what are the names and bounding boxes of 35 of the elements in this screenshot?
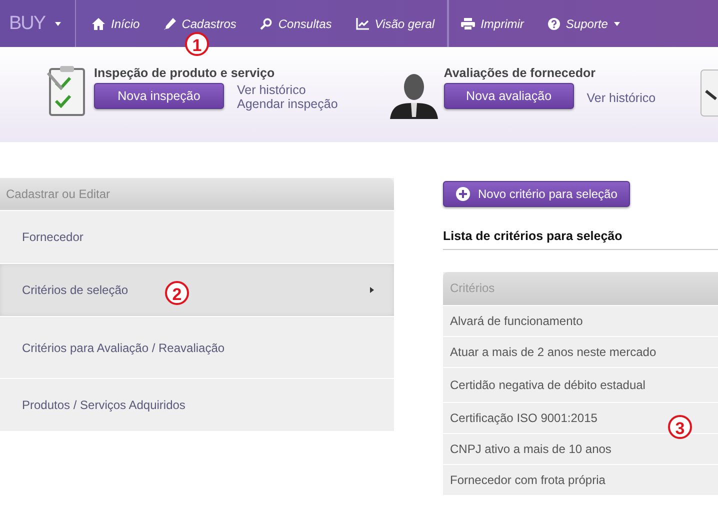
nav-link[interactable]: Início — [76, 16, 152, 30]
plus-icon — [456, 187, 470, 201]
pencil-icon — [164, 18, 176, 30]
primary-button[interactable]: Nova inspeção — [94, 83, 224, 109]
chart-icon — [356, 18, 369, 30]
sidebar-item[interactable]: Critérios para Avaliação / Reavaliação — [0, 316, 394, 378]
printer-icon — [460, 18, 475, 30]
home-icon — [92, 18, 105, 30]
primary-button[interactable]: Nova avaliação — [444, 83, 574, 109]
table-cell: Fornecedor com frota própria — [443, 464, 718, 495]
nav-link[interactable]: Imprimir — [448, 16, 536, 30]
nav-link[interactable]: Suporte — [536, 16, 632, 30]
new-criterion-button[interactable]: Novo critério para seleção — [443, 181, 630, 207]
document-icon — [700, 69, 718, 117]
nav-link[interactable]: Visão geral — [344, 16, 447, 30]
table-cell: Certidão negativa de débito estadual — [443, 367, 718, 402]
caret-icon — [55, 22, 62, 26]
text-link[interactable]: Ver histórico — [237, 83, 338, 97]
nav-link[interactable]: Cadastros — [152, 16, 248, 30]
column-header: Critérios — [443, 272, 718, 305]
table-cell: Alvará de funcionamento — [443, 305, 718, 336]
clipboard-icon — [46, 65, 88, 117]
arrow-icon — [370, 287, 374, 293]
text-link[interactable]: Ver histórico — [586, 91, 656, 105]
search-icon — [260, 18, 272, 30]
person-icon — [390, 73, 438, 119]
table-cell: Atuar a mais de 2 anos neste mercado — [443, 336, 718, 367]
section-title: Avaliações de fornecedor — [444, 66, 596, 80]
text-link[interactable]: Agendar inspeção — [237, 97, 338, 111]
nav-link[interactable]: Consultas — [248, 16, 344, 30]
list-heading: Lista de critérios para seleção — [443, 229, 718, 250]
sidebar-header: Cadastrar ou Editar — [0, 178, 394, 210]
sidebar-item[interactable]: Produtos / Serviços Adquiridos — [0, 378, 394, 431]
help-icon — [548, 18, 560, 30]
section-title: Inspeção de produto e serviço — [94, 66, 276, 80]
